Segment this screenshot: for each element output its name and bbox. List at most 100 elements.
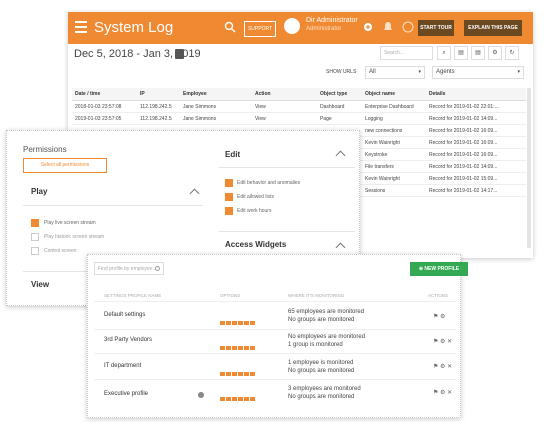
monitoring-summary: 65 employees are monitored No groups are … <box>288 308 364 324</box>
col-details[interactable]: Details <box>426 88 526 101</box>
calendar-icon[interactable] <box>175 49 184 59</box>
menu-icon[interactable] <box>75 21 87 33</box>
cell-object-name: Kevin Wainright <box>362 136 426 149</box>
cell-details: Record for 2019-01-02 16:09... <box>426 148 526 161</box>
profile-name[interactable]: Executive profile <box>104 391 148 397</box>
play-historic-checkbox[interactable] <box>31 233 39 241</box>
search-icon[interactable] <box>224 21 236 33</box>
edit-section-header[interactable]: Edit <box>225 150 240 159</box>
cell-ip: 112.198.242.5 <box>137 100 180 113</box>
edit-behavior-checkbox[interactable] <box>225 179 233 187</box>
cell-details: Record for 2019-01-02 16:09... <box>426 136 526 149</box>
new-profile-label: NEW PROFILE <box>424 266 460 272</box>
gear-icon[interactable] <box>362 21 374 33</box>
profile-name[interactable]: Default settings <box>104 312 145 318</box>
employees-monitored: 3 employees are monitored <box>288 386 361 392</box>
options-icons <box>220 388 256 406</box>
cell-object-name: Keystroke <box>362 148 426 161</box>
employees-monitored: 65 employees are monitored <box>288 309 365 315</box>
cell-details: Record for 2019-01-02 15:09... <box>426 172 526 185</box>
chevron-up-icon[interactable] <box>335 242 346 253</box>
profile-actions[interactable]: ⚑ ⚙ ✕ <box>433 389 452 396</box>
search-input[interactable]: Search... <box>380 46 433 60</box>
info-icon[interactable] <box>198 392 204 398</box>
cell-action: View <box>252 112 317 125</box>
table-row[interactable]: 2019-01-03 23:57:05 112.198.242.5 Jane S… <box>72 112 526 125</box>
scrollbar[interactable] <box>527 88 531 248</box>
table-row[interactable]: 2018-01-03 23:57:08 112.198.242.5 Jane S… <box>72 100 526 113</box>
search-icon[interactable]: ⌕ <box>437 46 451 60</box>
start-tour-button[interactable]: START TOUR <box>418 20 454 36</box>
groups-monitored: No groups are monitored <box>288 317 355 323</box>
csv-export-icon[interactable]: ▤ <box>471 46 485 60</box>
cell-object-name: Enterprise Dashboard <box>362 100 426 113</box>
support-button[interactable]: SUPPORT <box>244 21 276 37</box>
filter-agents-select[interactable]: Agents ▾ <box>432 66 524 79</box>
new-profile-button[interactable]: ⊕ NEW PROFILE <box>410 262 468 276</box>
pdf-export-icon[interactable]: ▤ <box>454 46 468 60</box>
edit-work-hours-label: Edit work hours <box>237 208 272 214</box>
control-screen-label: Control screen <box>44 248 77 254</box>
settings-icon[interactable]: ⚙ <box>488 46 502 60</box>
user-name: Dir Administrator <box>306 17 358 24</box>
access-widgets-header[interactable]: Access Widgets <box>225 240 286 249</box>
profile-name[interactable]: IT department <box>104 363 141 369</box>
cell-object-name: new connections <box>362 124 426 137</box>
col-action[interactable]: Action <box>252 88 317 101</box>
groups-monitored: No groups are monitored <box>288 368 355 374</box>
notification-icon[interactable] <box>382 21 394 33</box>
play-section-header[interactable]: Play <box>31 187 47 196</box>
profile-actions[interactable]: ⚑ ⚙ <box>433 313 445 320</box>
cell-action: View <box>252 100 317 113</box>
divider <box>219 231 355 232</box>
edit-work-hours-checkbox[interactable] <box>225 207 233 215</box>
employees-monitored: No employees are monitored <box>288 334 366 340</box>
filter-all-value: All <box>369 69 376 75</box>
col-date[interactable]: Date / time <box>72 88 137 101</box>
header-monitoring: Where it's monitoring <box>288 293 345 298</box>
help-icon[interactable] <box>402 21 414 33</box>
filter-all-select[interactable]: All ▾ <box>365 66 425 79</box>
view-section-header[interactable]: View <box>31 280 49 289</box>
edit-allowed-lists-label: Edit allowed lists <box>237 194 274 200</box>
page-title: System Log <box>94 19 174 36</box>
play-live-checkbox[interactable] <box>31 219 39 227</box>
header-profile-name: Settings Profile Name <box>104 293 162 298</box>
cell-employee[interactable]: Jane Simmons <box>180 112 252 125</box>
col-employee[interactable]: Employee <box>180 88 252 101</box>
cell-details: Record for 2019-01-02 16:09... <box>426 124 526 137</box>
chevron-up-icon[interactable] <box>335 150 346 161</box>
profile-name[interactable]: 3rd Party Vendors <box>104 337 152 343</box>
play-historic-label: Play historic screen stream <box>44 234 105 240</box>
chevron-up-icon[interactable] <box>189 188 200 199</box>
employees-monitored: 1 employee is monitored <box>288 360 354 366</box>
cell-employee[interactable]: Jane Simmons <box>180 100 252 113</box>
edit-allowed-lists-checkbox[interactable] <box>225 193 233 201</box>
edit-behavior-label: Edit behavior and anomalies <box>237 180 301 186</box>
profile-actions[interactable]: ⚑ ⚙ ✕ <box>433 363 452 370</box>
explain-page-button[interactable]: EXPLAIN THIS PAGE <box>464 20 522 36</box>
divider <box>23 205 203 206</box>
monitoring-summary: 1 employee is monitored No groups are mon… <box>288 359 354 375</box>
cell-details: Record for 2019-01-02 14:09... <box>426 160 526 173</box>
cell-ip: 112.198.242.5 <box>137 112 180 125</box>
find-profile-placeholder: Find profile by employee... <box>98 266 157 272</box>
control-screen-checkbox[interactable] <box>31 247 39 255</box>
cell-object-name: Sessions <box>362 184 426 197</box>
play-live-label: Play live screen stream <box>44 220 96 226</box>
find-profile-input[interactable]: Find profile by employee... <box>94 262 164 275</box>
settings-profiles-panel: Find profile by employee... ⊕ NEW PROFIL… <box>87 254 468 418</box>
show-urls-label[interactable]: SHOW URLS <box>326 69 356 75</box>
col-ip[interactable]: IP <box>137 88 180 101</box>
select-all-button[interactable]: Select all permissions <box>23 158 107 173</box>
col-object-type[interactable]: Object type <box>317 88 362 101</box>
cell-date: 2018-01-03 23:57:08 <box>72 100 137 113</box>
search-icon <box>155 266 160 271</box>
refresh-icon[interactable]: ↻ <box>505 46 519 60</box>
profile-actions[interactable]: ⚑ ⚙ ✕ <box>433 338 452 345</box>
cell-object-type: Dashboard <box>317 100 362 113</box>
cell-details: Record for 2019-01-02 22:01:... <box>426 100 526 113</box>
avatar[interactable] <box>284 18 300 34</box>
permissions-title: Permissions <box>23 145 67 154</box>
col-object-name[interactable]: Object name <box>362 88 426 101</box>
